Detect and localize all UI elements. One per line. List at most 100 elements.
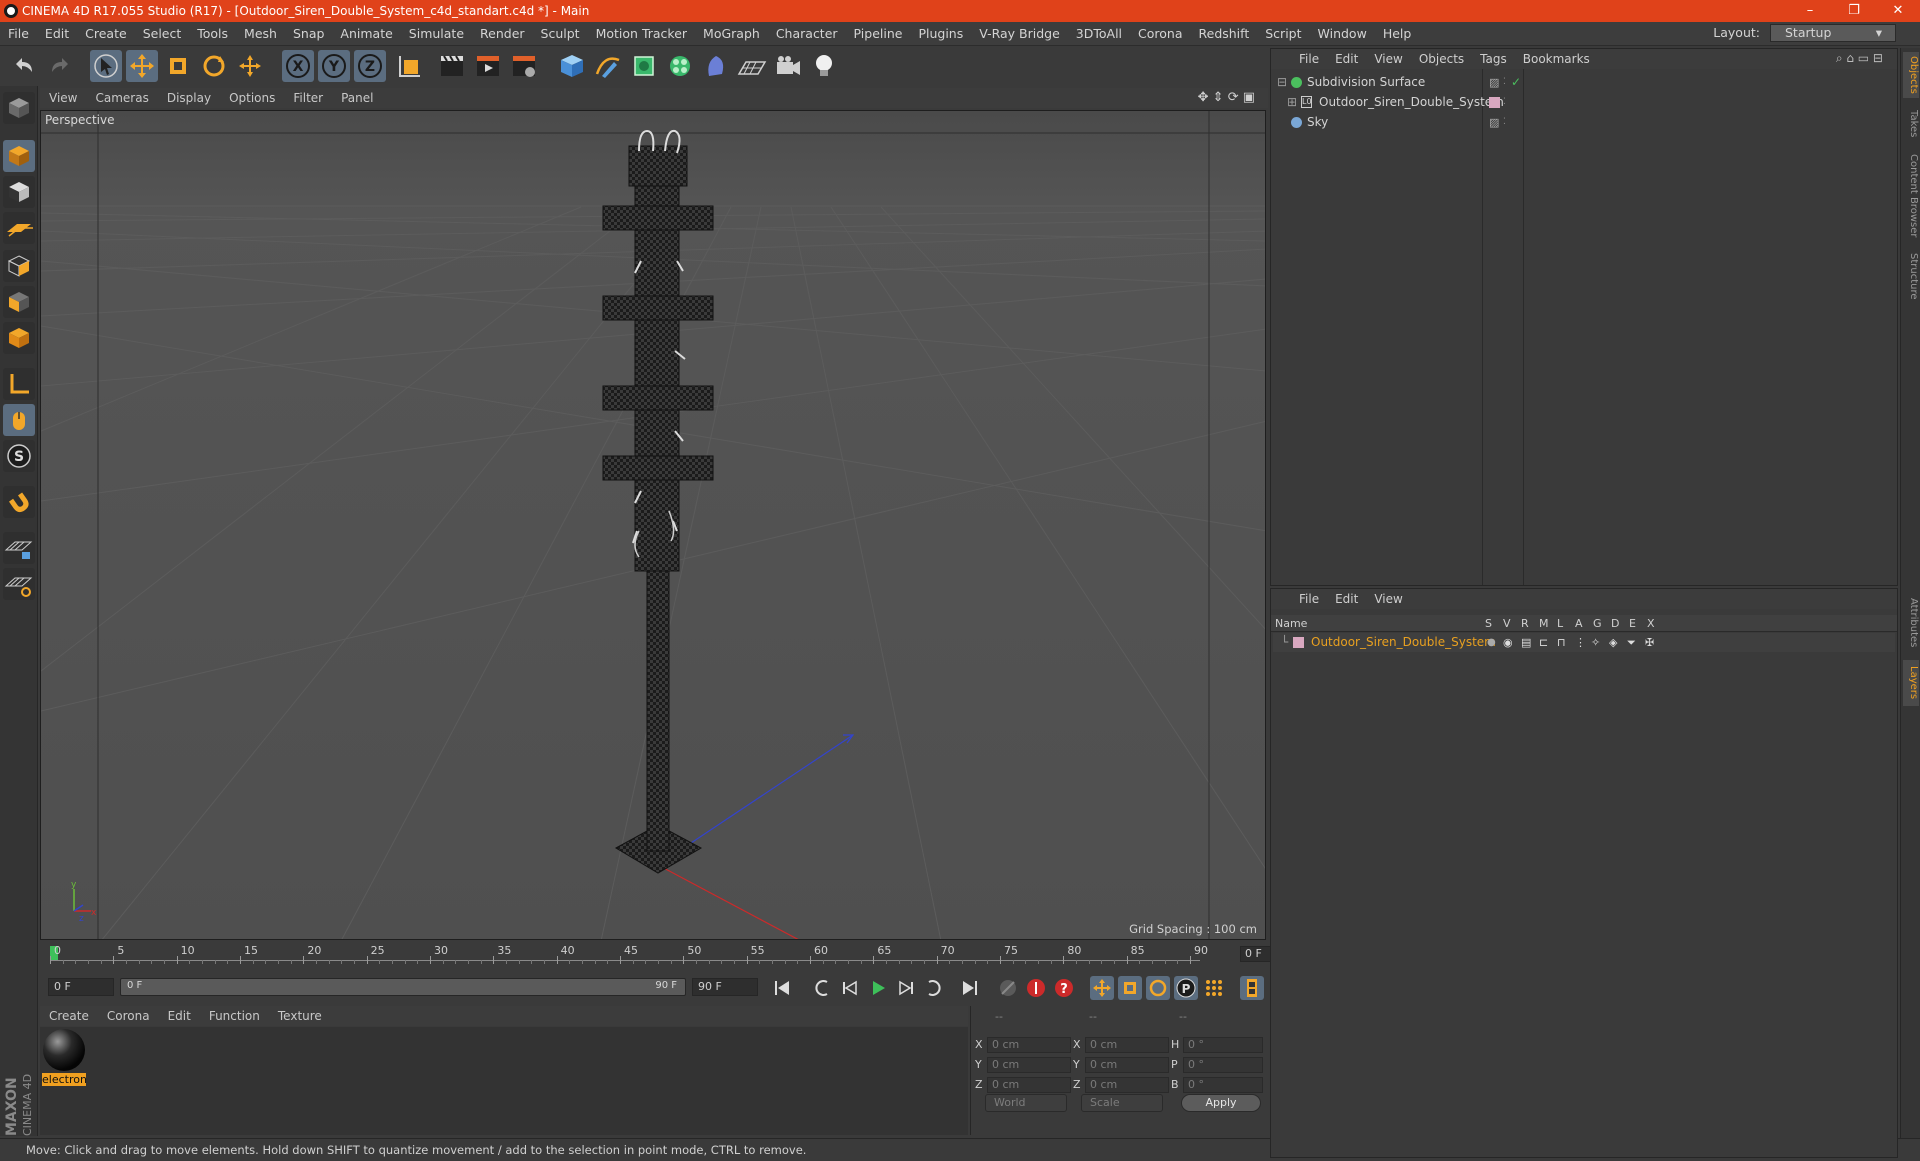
menu-create[interactable]: Create <box>77 26 135 41</box>
menu-sculpt[interactable]: Sculpt <box>533 26 588 41</box>
viewport-camera-name[interactable]: Perspective <box>45 113 115 127</box>
layer-swatch-icon[interactable]: ▨ <box>1489 113 1499 132</box>
manager-icon[interactable]: ⊏ <box>1539 633 1548 652</box>
add-spline-button[interactable] <box>592 50 624 82</box>
visibility-dots-icon[interactable]: ⁚ <box>1503 113 1506 132</box>
column-expressions[interactable]: E <box>1629 615 1636 632</box>
object-row-sky[interactable]: Sky ▨ ⁚ <box>1273 113 1895 132</box>
column-xref[interactable]: X <box>1647 615 1655 632</box>
object-row-subdivision-surface[interactable]: ⊟ Subdivision Surface ▨ ⁚ ✓ <box>1273 73 1895 92</box>
tab-structure[interactable]: Structure <box>1903 248 1919 304</box>
layers-menu-file[interactable]: File <box>1291 592 1327 606</box>
autokeying-button[interactable] <box>1024 976 1048 1000</box>
material-swatch[interactable]: electron <box>42 1029 87 1087</box>
start-frame-field[interactable]: 0 F <box>48 978 114 996</box>
layout-select[interactable]: Startup ▾ <box>1770 24 1896 42</box>
layer-swatch-icon[interactable]: ▨ <box>1489 73 1499 92</box>
viewport-nav-icons[interactable]: ✥ ⇕ ⟳ ▣ <box>1189 90 1264 105</box>
menu-mesh[interactable]: Mesh <box>236 26 285 41</box>
enable-axis-button[interactable] <box>3 368 35 400</box>
layer-color-swatch[interactable] <box>1489 97 1500 108</box>
rotation-h-field[interactable]: 0 ° <box>1183 1037 1263 1053</box>
move-tool[interactable] <box>126 50 158 82</box>
menu-script[interactable]: Script <box>1257 26 1309 41</box>
eye-icon[interactable]: ◉ <box>1503 633 1513 652</box>
material-menu-function[interactable]: Function <box>200 1009 269 1023</box>
objects-menu-tags[interactable]: Tags <box>1472 52 1515 66</box>
play-button[interactable] <box>866 976 890 1000</box>
key-position-button[interactable] <box>1090 976 1114 1000</box>
previous-key-button[interactable] <box>810 976 834 1000</box>
column-animation[interactable]: A <box>1575 615 1583 632</box>
menu-render[interactable]: Render <box>472 26 533 41</box>
objects-menu-view[interactable]: View <box>1366 52 1410 66</box>
tab-takes[interactable]: Takes <box>1903 106 1919 142</box>
rotation-p-field[interactable]: 0 ° <box>1183 1057 1263 1073</box>
viewport-menu-filter[interactable]: Filter <box>284 91 332 105</box>
expression-icon[interactable]: ⏷ <box>1627 633 1636 652</box>
objects-menu-bookmarks[interactable]: Bookmarks <box>1515 52 1598 66</box>
add-deformer-button[interactable] <box>700 50 732 82</box>
tab-content-browser[interactable]: Content Browser <box>1903 148 1919 244</box>
texture-mode-button[interactable] <box>3 176 35 208</box>
previous-frame-button[interactable] <box>838 976 862 1000</box>
menu-help[interactable]: Help <box>1375 26 1420 41</box>
render-view-button[interactable] <box>436 50 468 82</box>
points-mode-button[interactable] <box>3 250 35 282</box>
key-rotation-button[interactable] <box>1146 976 1170 1000</box>
viewport-menu-view[interactable]: View <box>40 91 86 105</box>
redo-button[interactable] <box>44 50 76 82</box>
menu-character[interactable]: Character <box>768 26 846 41</box>
size-z-field[interactable]: 0 cm <box>1085 1077 1169 1093</box>
keyframe-selection-button[interactable]: ? <box>1052 976 1076 1000</box>
key-point-level-button[interactable] <box>1202 976 1226 1000</box>
material-menu-create[interactable]: Create <box>40 1009 98 1023</box>
snapping-button[interactable] <box>3 486 35 518</box>
column-render[interactable]: R <box>1521 615 1529 632</box>
apply-button[interactable]: Apply <box>1181 1094 1261 1112</box>
model-mode-button[interactable] <box>3 140 35 172</box>
render-clapper-icon[interactable]: ▤ <box>1521 633 1531 652</box>
generator-icon[interactable]: ✧ <box>1591 633 1600 652</box>
material-menu-texture[interactable]: Texture <box>269 1009 331 1023</box>
position-y-field[interactable]: 0 cm <box>987 1057 1071 1073</box>
workplane-mode-button[interactable] <box>3 212 35 244</box>
rotation-b-field[interactable]: 0 ° <box>1183 1077 1263 1093</box>
material-menu-corona[interactable]: Corona <box>98 1009 159 1023</box>
objects-menu-edit[interactable]: Edit <box>1327 52 1366 66</box>
material-menu-edit[interactable]: Edit <box>159 1009 200 1023</box>
layer-row[interactable]: └ Outdoor_Siren_Double_System ● ◉ ▤ ⊏ ⊓ … <box>1273 633 1895 652</box>
deformer-icon[interactable]: ◈ <box>1609 633 1617 652</box>
end-frame-field[interactable]: 90 F <box>692 978 758 996</box>
minimize-button[interactable]: – <box>1788 0 1832 22</box>
tweak-mode-button[interactable] <box>3 404 35 436</box>
close-button[interactable]: ✕ <box>1876 0 1920 22</box>
menu-animate[interactable]: Animate <box>332 26 400 41</box>
menu-plugins[interactable]: Plugins <box>910 26 971 41</box>
position-x-field[interactable]: 0 cm <box>987 1037 1071 1053</box>
add-mograph-button[interactable] <box>664 50 696 82</box>
column-generators[interactable]: G <box>1593 615 1602 632</box>
viewport-menu-cameras[interactable]: Cameras <box>86 91 157 105</box>
menu-redshift[interactable]: Redshift <box>1191 26 1258 41</box>
menu-pipeline[interactable]: Pipeline <box>846 26 911 41</box>
tab-objects[interactable]: Objects <box>1903 52 1919 98</box>
edit-render-settings-button[interactable] <box>508 50 540 82</box>
objects-menu-file[interactable]: File <box>1291 52 1327 66</box>
next-frame-button[interactable] <box>894 976 918 1000</box>
maximize-button[interactable]: ❐ <box>1832 0 1876 22</box>
record-active-objects-button[interactable] <box>996 976 1020 1000</box>
enabled-check-icon[interactable]: ✓ <box>1511 73 1521 92</box>
menu-motion-tracker[interactable]: Motion Tracker <box>588 26 695 41</box>
column-view[interactable]: V <box>1503 615 1511 632</box>
perspective-viewport[interactable]: y x z Perspective Grid Spacing : 100 cm <box>40 110 1266 940</box>
column-deformers[interactable]: D <box>1611 615 1619 632</box>
coordinate-space-select[interactable]: World <box>985 1094 1067 1112</box>
position-z-field[interactable]: 0 cm <box>987 1077 1071 1093</box>
scale-tool[interactable] <box>162 50 194 82</box>
column-manager[interactable]: M <box>1539 615 1549 632</box>
preview-range-slider[interactable]: 0 F 90 F <box>120 978 686 996</box>
viewport-menu-display[interactable]: Display <box>158 91 220 105</box>
layers-menu-edit[interactable]: Edit <box>1327 592 1366 606</box>
x-axis-lock[interactable]: X <box>282 50 314 82</box>
